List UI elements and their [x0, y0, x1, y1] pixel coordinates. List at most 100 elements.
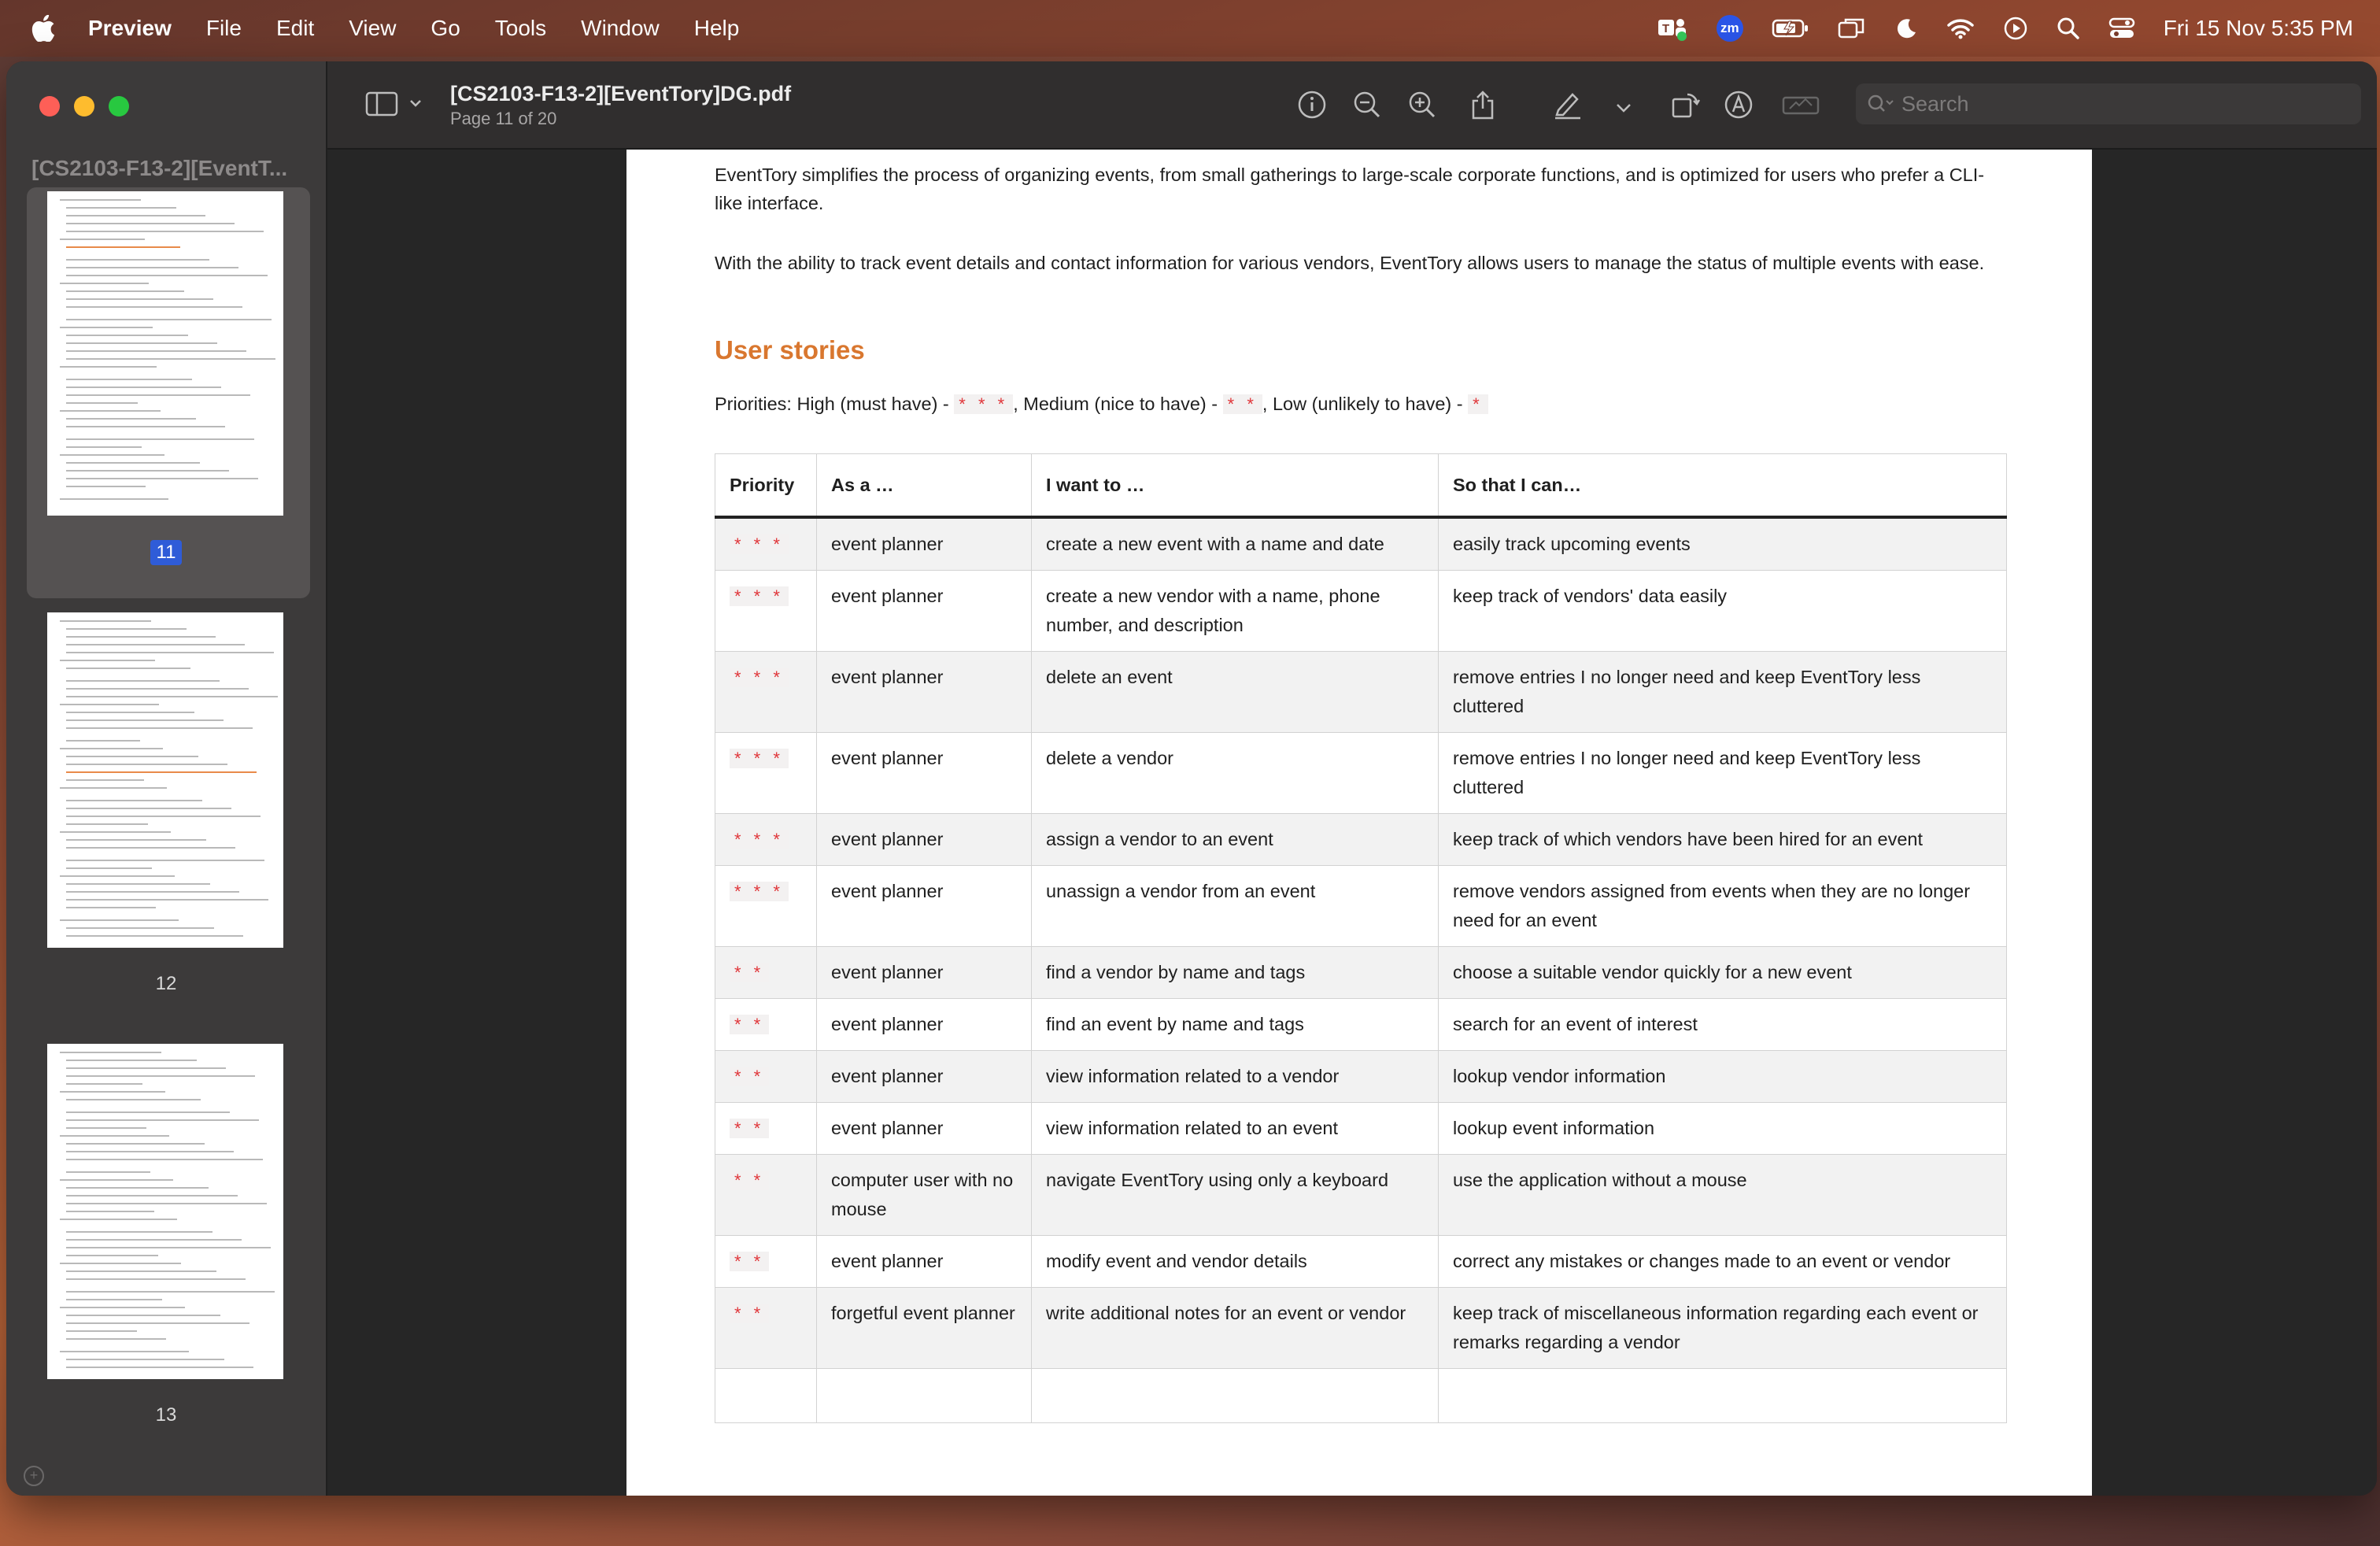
document-title: [CS2103-F13-2][EventTory]DG.pdf [450, 82, 792, 105]
priority-stars [730, 1385, 739, 1404]
thumbnail-text-line [60, 498, 168, 500]
menu-edit[interactable]: Edit [276, 16, 314, 41]
thumbnail-text-line [60, 704, 159, 705]
cell-priority: * * * [715, 651, 817, 733]
page-thumbnail-11[interactable] [47, 191, 283, 516]
menu-help[interactable]: Help [694, 16, 740, 41]
menu-view[interactable]: View [349, 16, 396, 41]
cell-role: event planner [816, 1235, 1032, 1288]
document-viewport[interactable]: EventTory simplifies the process of orga… [327, 150, 2377, 1496]
fullscreen-window-button[interactable] [109, 96, 129, 117]
medium-priority-stars: * * [1222, 394, 1262, 414]
priority-stars: * * * [730, 534, 789, 554]
search-icon [1867, 94, 1894, 114]
cell-benefit: search for an event of interest [1438, 998, 2007, 1051]
close-window-button[interactable] [39, 96, 60, 117]
zoom-app-icon[interactable]: zm [1716, 15, 1743, 42]
now-playing-icon[interactable] [2003, 16, 2028, 41]
table-row: * * * event planner delete an event remove … [715, 651, 2007, 733]
focus-moon-icon[interactable] [1894, 17, 1918, 40]
table-row: * * event planner view information related… [715, 1102, 2007, 1155]
thumbnail-text-line [66, 1187, 209, 1189]
highlight-options-chevron-icon[interactable] [1615, 102, 1632, 117]
table-row: * * * event planner create a new vendor wi… [715, 570, 2007, 652]
thumbnail-text-line [60, 1135, 169, 1137]
search-placeholder: Search [1901, 91, 1969, 116]
thumbnail-text-line [66, 446, 142, 448]
page-thumbnail-12[interactable] [47, 612, 283, 948]
cell-benefit: remove vendors assigned from events when… [1438, 865, 2007, 947]
thumbnail-text-line [66, 899, 268, 901]
table-header-row: Priority As a … I want to … So that I ca… [715, 453, 2007, 519]
menu-file[interactable]: File [206, 16, 242, 41]
minimize-window-button[interactable] [74, 96, 94, 117]
menu-window[interactable]: Window [581, 16, 660, 41]
add-page-icon[interactable]: + [24, 1466, 44, 1486]
cell-role: event planner [816, 570, 1032, 652]
battery-icon[interactable] [1772, 18, 1809, 39]
thumbnail-text-line [60, 239, 145, 240]
thumbnail-text-line [66, 727, 253, 729]
priority-stars: * * [730, 1119, 770, 1138]
teams-icon[interactable]: T [1657, 15, 1688, 42]
thumbnail-text-line [66, 1067, 226, 1069]
cell-benefit: keep track of miscellaneous information … [1438, 1287, 2007, 1369]
thumbnail-text-line [66, 342, 217, 344]
control-center-icon[interactable] [2108, 17, 2135, 40]
cell-benefit: correct any mistakes or changes made to … [1438, 1235, 2007, 1288]
cell-role: forgetful event planner [816, 1287, 1032, 1369]
priorities-low-text: , Low (unlikely to have) - [1262, 394, 1469, 414]
thumbnail-text-line [66, 246, 180, 248]
zoom-out-icon[interactable] [1352, 90, 1382, 124]
header-as-a: As a … [816, 453, 1032, 519]
highlight-pen-icon[interactable] [1552, 90, 1584, 124]
thumbnail-text-line [66, 652, 274, 653]
cell-want: find an event by name and tags [1031, 998, 1439, 1051]
thumbnail-text-line [66, 927, 214, 929]
info-icon[interactable] [1297, 90, 1327, 124]
thumbnail-text-line [66, 1299, 162, 1300]
cell-want: unassign a vendor from an event [1031, 865, 1439, 947]
screen-mirroring-icon[interactable] [1838, 17, 1866, 40]
wifi-icon[interactable] [1946, 17, 1975, 39]
thumbnail-text-line [60, 1052, 161, 1053]
cell-want: view information related to a vendor [1031, 1050, 1439, 1103]
form-filling-icon [1782, 90, 1821, 124]
page-thumbnail-13[interactable] [47, 1044, 283, 1379]
apple-icon[interactable] [31, 15, 58, 42]
priority-stars: * * [730, 963, 770, 982]
window-controls [39, 96, 129, 117]
thumbnail-text-line [60, 660, 155, 661]
cell-priority: * * [715, 1154, 817, 1236]
table-row: * * event planner view information related… [715, 1050, 2007, 1103]
menu-clock[interactable]: Fri 15 Nov 5:35 PM [2164, 16, 2353, 41]
menu-go[interactable]: Go [431, 16, 460, 41]
cell-benefit: keep track of which vendors have been hi… [1438, 813, 2007, 866]
markup-icon[interactable] [1724, 90, 1754, 124]
table-row: * * * event planner unassign a vendor from… [715, 865, 2007, 947]
cell-priority: * * * [715, 516, 817, 571]
menu-app-name[interactable]: Preview [88, 16, 172, 41]
cell-benefit [1438, 1368, 2007, 1423]
rotate-icon[interactable] [1670, 90, 1702, 124]
cell-want: modify event and vendor details [1031, 1235, 1439, 1288]
sidebar-toggle-icon[interactable] [365, 90, 428, 122]
thumbnail-text-line [66, 478, 258, 479]
priorities-prefix: Priorities: High (must have) - [715, 394, 955, 414]
table-row: * * * event planner create a new event wit… [715, 516, 2007, 571]
thumbnail-text-line [66, 1127, 146, 1129]
thumbnail-text-line [66, 379, 192, 380]
zoom-in-icon[interactable] [1407, 90, 1437, 124]
menu-tools[interactable]: Tools [495, 16, 546, 41]
search-field[interactable]: Search [1856, 83, 2361, 124]
share-icon[interactable] [1469, 90, 1497, 125]
thumbnail-text-line [60, 919, 179, 921]
priority-stars: * * * [730, 668, 789, 687]
thumbnail-text-line [66, 1315, 220, 1316]
thumbnail-text-line [66, 839, 206, 841]
cell-want: write additional notes for an event or v… [1031, 1287, 1439, 1369]
spotlight-search-icon[interactable] [2057, 17, 2080, 40]
cell-priority: * * * [715, 732, 817, 814]
thumbnail-text-line [60, 199, 141, 201]
priority-stars: * * * [730, 882, 789, 901]
